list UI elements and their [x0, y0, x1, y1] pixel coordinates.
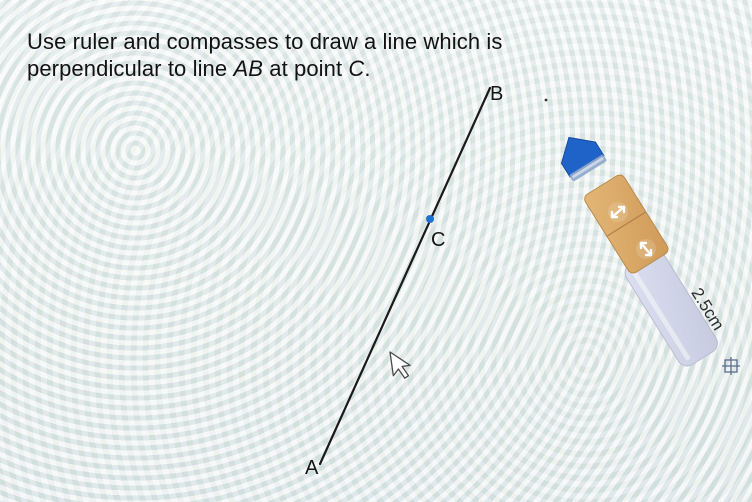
mouse-cursor-icon: [389, 351, 411, 379]
compass-tool[interactable]: 2.5cm: [552, 127, 740, 375]
compass-move-handle-icon[interactable]: [722, 357, 740, 375]
point-a-label: A: [305, 457, 319, 479]
compass-rotate-button[interactable]: [608, 202, 628, 222]
point-b-label: B: [490, 83, 503, 105]
canvas-speck: [544, 98, 548, 102]
compass-pencil-tip[interactable]: [552, 127, 607, 182]
drawing-canvas[interactable]: A B C 2.5cm: [0, 0, 752, 502]
point-c-marker[interactable]: [426, 215, 434, 223]
line-ab: [318, 86, 492, 466]
point-c-label: C: [431, 229, 445, 251]
compass-width-button[interactable]: [636, 239, 656, 259]
